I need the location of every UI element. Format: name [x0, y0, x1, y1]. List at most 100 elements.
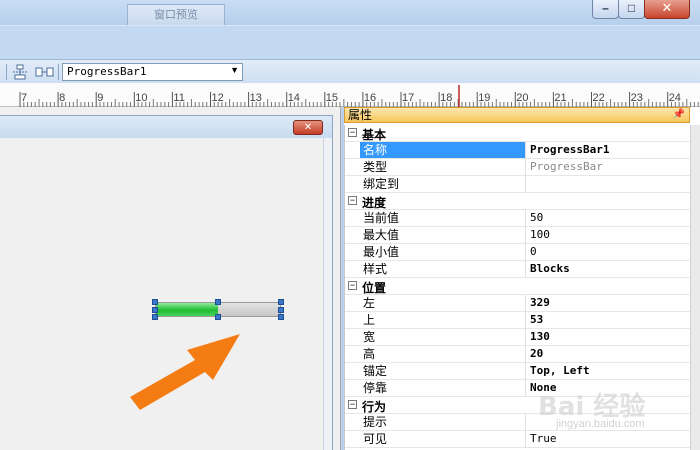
property-category[interactable]: − 进度: [345, 193, 691, 210]
layout-toolbar: ProgressBar1 ▼: [0, 59, 700, 83]
close-icon: ✕: [661, 0, 673, 15]
control-selector-value: ProgressBar1: [67, 65, 147, 78]
property-row[interactable]: 绑定到: [345, 176, 691, 193]
property-category-label: 行为: [362, 400, 387, 414]
property-name: 最大值: [360, 227, 526, 243]
property-value[interactable]: 100: [528, 227, 691, 243]
progress-fill: [156, 303, 218, 316]
property-name: 上: [360, 312, 526, 328]
property-category[interactable]: − 基本: [345, 125, 691, 142]
form-close-button[interactable]: ✕: [293, 120, 323, 135]
property-name: 最小值: [360, 244, 526, 260]
property-name: 类型: [360, 159, 526, 175]
property-row[interactable]: 左 329: [345, 295, 691, 312]
property-name: 样式: [360, 261, 526, 277]
property-category[interactable]: − 位置: [345, 278, 691, 295]
property-name: 当前值: [360, 210, 526, 226]
property-category-label: 进度: [362, 196, 387, 210]
property-value[interactable]: 130: [528, 329, 691, 345]
toolbar-separator: [6, 64, 7, 80]
property-value[interactable]: Top, Left: [528, 363, 691, 379]
property-row-gutter: [345, 295, 360, 311]
property-row-gutter: [345, 414, 360, 430]
property-row-gutter: [345, 312, 360, 328]
property-value[interactable]: 53: [528, 312, 691, 328]
collapse-icon[interactable]: −: [348, 281, 357, 290]
property-row[interactable]: 当前值 50: [345, 210, 691, 227]
property-value[interactable]: ProgressBar1: [528, 142, 691, 158]
property-value[interactable]: 50: [528, 210, 691, 226]
align-vertical-icon[interactable]: [12, 64, 28, 80]
property-row-gutter: [345, 346, 360, 362]
annotation-arrow-icon: [130, 334, 240, 410]
property-grid-scrollbar[interactable]: [690, 125, 700, 450]
property-row-gutter: [345, 244, 360, 260]
property-row[interactable]: 可见 True: [345, 431, 691, 448]
resize-handle-right[interactable]: [278, 307, 284, 313]
resize-handle-top-left[interactable]: [152, 299, 158, 305]
properties-title: 属性: [348, 108, 373, 122]
minimize-button[interactable]: –: [592, 0, 619, 19]
property-row-gutter: [345, 329, 360, 345]
resize-handle-bottom-right[interactable]: [278, 314, 284, 320]
ruler: 7 8 9 10 11 12 13 14 15 16 17 18 19 20 21 22 23 24: [0, 83, 700, 107]
resize-handle-top-right[interactable]: [278, 299, 284, 305]
properties-panel: 属性 📌 − 基本 名称 ProgressBar1 类型 ProgressBar 绑定到 − 进…: [344, 107, 700, 450]
property-name: 宽: [360, 329, 526, 345]
property-row[interactable]: 最小值 0: [345, 244, 691, 261]
property-category-label: 基本: [362, 128, 387, 142]
form-scrollbar[interactable]: [324, 138, 332, 450]
property-row[interactable]: 样式 Blocks: [345, 261, 691, 278]
align-horizontal-icon[interactable]: [35, 64, 55, 80]
toolbar-separator: [58, 64, 59, 80]
property-name: 提示: [360, 414, 526, 430]
resize-handle-left[interactable]: [152, 307, 158, 313]
property-value[interactable]: Blocks: [528, 261, 691, 277]
minimize-icon: –: [602, 1, 609, 15]
property-row-gutter: [345, 363, 360, 379]
close-button[interactable]: ✕: [644, 0, 690, 19]
property-row[interactable]: 名称 ProgressBar1: [345, 142, 691, 159]
maximize-button[interactable]: □: [618, 0, 645, 19]
property-row-gutter: [345, 142, 360, 158]
property-name: 左: [360, 295, 526, 311]
property-value[interactable]: 329: [528, 295, 691, 311]
collapse-icon[interactable]: −: [348, 196, 357, 205]
form-title-bar[interactable]: ✕: [0, 116, 332, 138]
property-value[interactable]: ProgressBar: [528, 159, 691, 175]
collapse-icon[interactable]: −: [348, 128, 357, 137]
pin-icon[interactable]: 📌: [673, 108, 685, 122]
property-row-gutter: [345, 210, 360, 226]
resize-handle-bottom[interactable]: [215, 314, 221, 320]
control-selector-dropdown[interactable]: ProgressBar1 ▼: [62, 63, 243, 81]
property-row-gutter: [345, 431, 360, 447]
title-bar: 窗口预览 – □ ✕: [0, 0, 700, 25]
property-row[interactable]: 类型 ProgressBar: [345, 159, 691, 176]
resize-handle-top[interactable]: [215, 299, 221, 305]
property-name: 可见: [360, 431, 526, 447]
toolbar-area: [0, 25, 700, 59]
collapse-icon[interactable]: −: [348, 400, 357, 409]
property-name: 高: [360, 346, 526, 362]
property-name: 停靠: [360, 380, 526, 396]
property-row[interactable]: 最大值 100: [345, 227, 691, 244]
window-title: 窗口预览: [127, 4, 225, 25]
property-row[interactable]: 锚定 Top, Left: [345, 363, 691, 380]
property-row[interactable]: 上 53: [345, 312, 691, 329]
property-row-gutter: [345, 261, 360, 277]
property-row-gutter: [345, 380, 360, 396]
chevron-down-icon: ▼: [230, 65, 239, 75]
property-row-gutter: [345, 159, 360, 175]
property-name: 绑定到: [360, 176, 526, 192]
property-value[interactable]: 0: [528, 244, 691, 260]
resize-handle-bottom-left[interactable]: [152, 314, 158, 320]
property-row[interactable]: 宽 130: [345, 329, 691, 346]
maximize-icon: □: [627, 1, 636, 15]
property-row-gutter: [345, 176, 360, 192]
property-value[interactable]: True: [528, 431, 691, 447]
property-row[interactable]: 高 20: [345, 346, 691, 363]
ruler-scale: 7 8 9 10 11 12 13 14 15 16 17 18 19 20 21 22 23 24: [19, 85, 699, 107]
property-value[interactable]: [528, 176, 691, 192]
property-name: 锚定: [360, 363, 526, 379]
property-value[interactable]: 20: [528, 346, 691, 362]
